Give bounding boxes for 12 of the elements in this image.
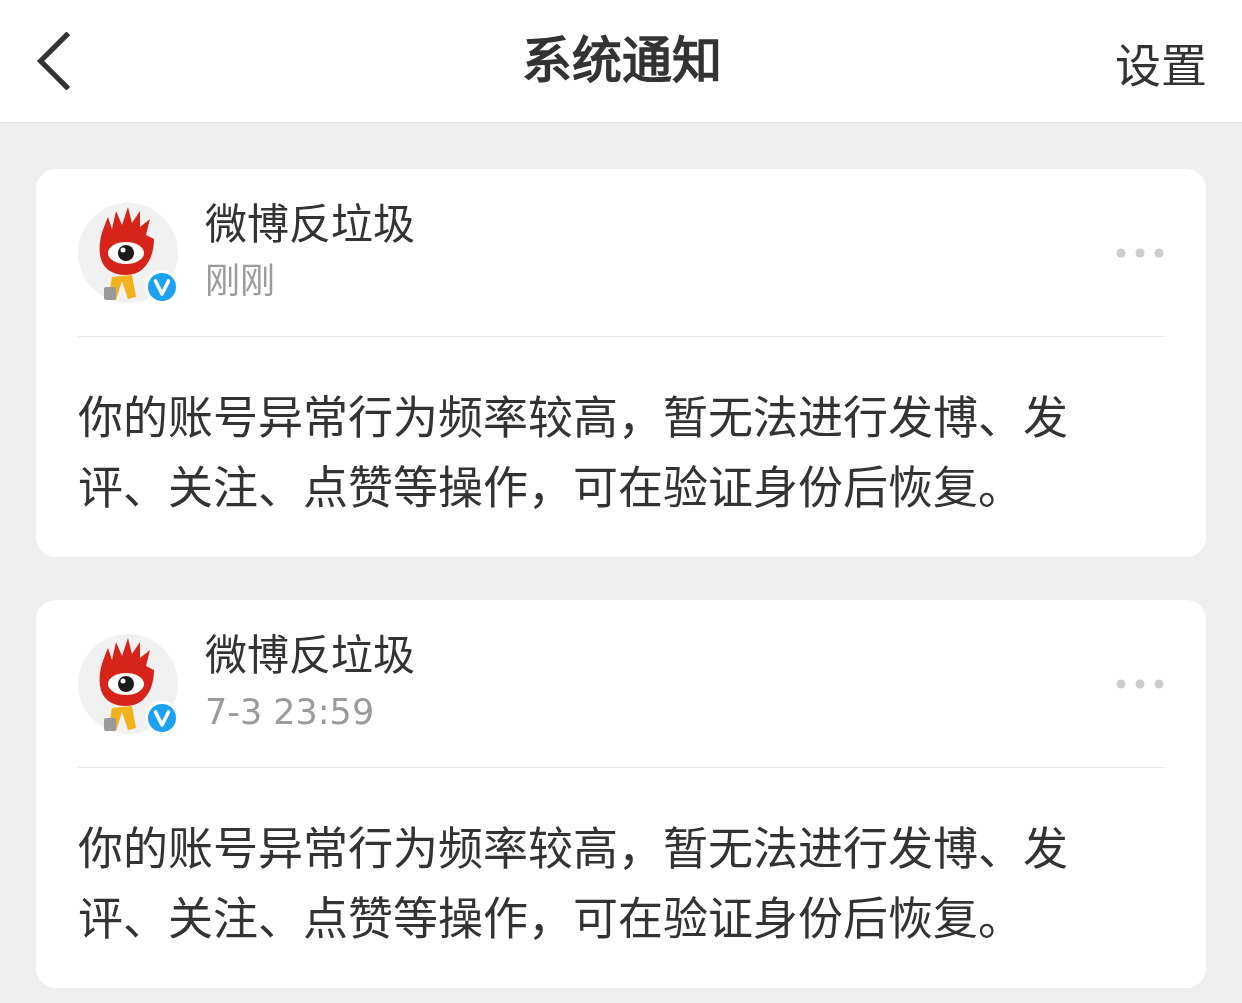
message-text: 你的账号异常行为频率较高，暂无法进行发博、发评、关注、点赞等操作，可在验证身份后恢复。 [78, 391, 1069, 517]
timestamp: 7-3 23:59 [205, 691, 375, 734]
timestamp: 刚刚 [205, 260, 275, 303]
mascot-avatar-icon[interactable] [78, 203, 178, 303]
message-text: 你的账号异常行为频率较高，暂无法进行发博、发评、关注、点赞等操作，可在验证身份后恢复。 [78, 822, 1069, 948]
page-title: 系统通知 [521, 31, 722, 91]
sender-name[interactable]: 微博反垃圾 [205, 630, 415, 682]
back-button[interactable] [36, 32, 70, 90]
back-icon [36, 32, 70, 90]
settings-button[interactable]: 设置 [1115, 38, 1207, 94]
sender-name[interactable]: 微博反垃圾 [205, 199, 415, 251]
mascot-avatar-icon[interactable] [78, 634, 178, 734]
